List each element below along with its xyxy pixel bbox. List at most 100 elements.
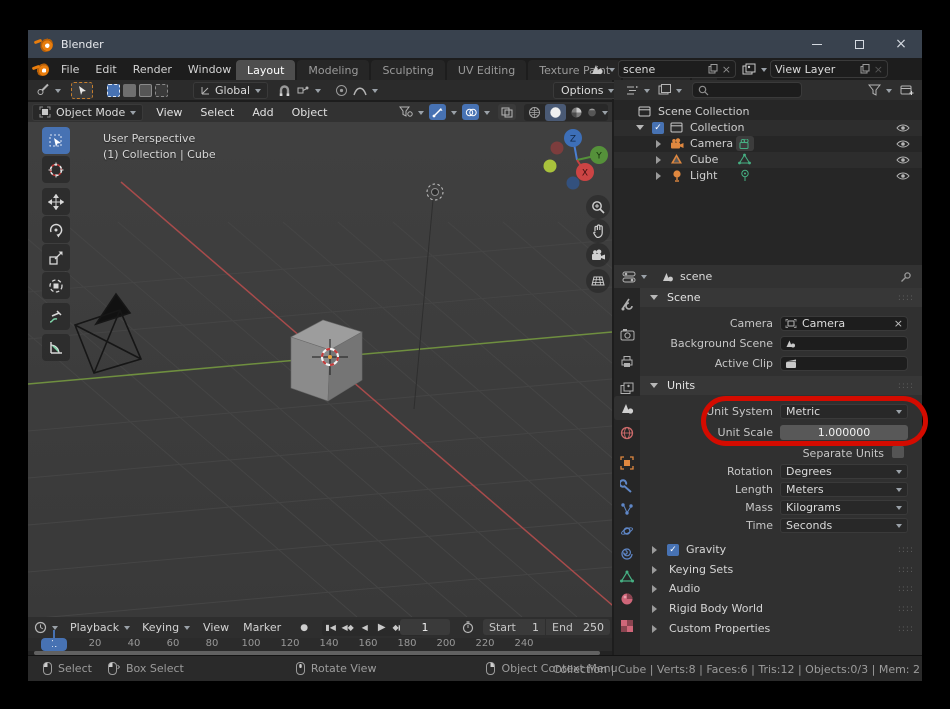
- close-button[interactable]: ×: [880, 30, 922, 58]
- maximize-button[interactable]: [838, 30, 880, 58]
- viewport-ortho-button[interactable]: [586, 269, 610, 293]
- separate-units-checkbox[interactable]: [892, 446, 904, 458]
- add-view-layer-icon[interactable]: [860, 64, 870, 74]
- tab-render[interactable]: [614, 322, 640, 346]
- scene-camera-field[interactable]: Camera ×: [780, 316, 908, 331]
- view-layer-field[interactable]: View Layer ×: [770, 60, 888, 78]
- menu-file[interactable]: File: [53, 58, 87, 80]
- outliner-filter-image-icon[interactable]: [658, 84, 682, 96]
- outliner-search-input[interactable]: [692, 82, 802, 98]
- drag-handle-icon[interactable]: ::::: [898, 624, 914, 634]
- select-mode-subtract-icon[interactable]: [139, 84, 152, 97]
- timeline-menu-keying[interactable]: Keying: [136, 617, 196, 639]
- viewport-zoom-button[interactable]: [586, 195, 610, 219]
- viewport-overlays-toggle[interactable]: [462, 104, 490, 120]
- menu-window[interactable]: Window: [180, 58, 239, 80]
- workspace-tab-uv-editing[interactable]: UV Editing: [447, 60, 526, 80]
- outliner-row-collection[interactable]: ✓ Collection: [614, 120, 922, 136]
- scene-name-field[interactable]: scene ×: [618, 60, 736, 78]
- app-menu-icon[interactable]: [36, 63, 49, 76]
- viewport-camera-button[interactable]: [586, 243, 610, 267]
- workspace-tab-modeling[interactable]: Modeling: [297, 60, 369, 80]
- select-mode-extend-icon[interactable]: [123, 84, 136, 97]
- proportional-editing-icon[interactable]: [335, 84, 348, 97]
- gizmo-neg-y-ball[interactable]: [544, 160, 557, 173]
- snap-target-icon[interactable]: [297, 85, 321, 96]
- play-reverse-button[interactable]: ◀: [356, 620, 373, 636]
- use-preview-range-icon[interactable]: [458, 619, 478, 635]
- tab-object-data[interactable]: [614, 564, 640, 588]
- menu-render[interactable]: Render: [125, 58, 180, 80]
- panel-header-scene[interactable]: Scene ::::: [640, 288, 922, 307]
- tab-texture[interactable]: [614, 614, 640, 638]
- outliner-row-light[interactable]: Light: [614, 168, 922, 184]
- tab-modifiers[interactable]: [614, 474, 640, 498]
- timeline-ruler[interactable]: 1 20 40 60 80 100 120 140 160 180 200 22…: [28, 638, 612, 651]
- tab-particles[interactable]: [614, 497, 640, 521]
- viewport-pan-button[interactable]: [586, 219, 610, 243]
- tab-material[interactable]: [614, 587, 640, 611]
- length-dropdown[interactable]: Meters: [780, 482, 908, 497]
- play-button[interactable]: ▶: [373, 620, 390, 636]
- mass-dropdown[interactable]: Kilograms: [780, 500, 908, 515]
- tab-world[interactable]: [614, 421, 640, 445]
- viewport-menu-select[interactable]: Select: [191, 102, 243, 122]
- tool-select-box-button[interactable]: [71, 82, 93, 99]
- toolbar-cursor[interactable]: [42, 156, 70, 183]
- timeline-menu-marker[interactable]: Marker: [236, 617, 288, 639]
- outliner-row-cube[interactable]: Cube: [614, 152, 922, 168]
- shading-rendered-button[interactable]: [587, 104, 608, 121]
- drag-handle-icon[interactable]: ::::: [898, 293, 914, 303]
- duplicate-scene-icon[interactable]: [708, 64, 718, 74]
- panel-header-audio[interactable]: Audio ::::: [640, 579, 922, 598]
- prev-keyframe-button[interactable]: ◀◆: [339, 620, 356, 636]
- tab-output[interactable]: [614, 349, 640, 373]
- toolbar-annotate[interactable]: [42, 303, 70, 330]
- outliner-row-scene-collection[interactable]: Scene Collection: [614, 104, 922, 120]
- drag-handle-icon[interactable]: ::::: [898, 565, 914, 575]
- view-layer-icon[interactable]: [742, 63, 767, 76]
- collection-checkbox[interactable]: ✓: [652, 122, 664, 134]
- pin-icon[interactable]: [900, 271, 912, 283]
- eye-icon[interactable]: [896, 155, 910, 165]
- snap-magnet-icon[interactable]: [278, 84, 291, 97]
- viewport-menu-object[interactable]: Object: [283, 102, 337, 122]
- xray-toggle[interactable]: [498, 104, 516, 120]
- toolbar-move[interactable]: [42, 188, 70, 215]
- active-clip-field[interactable]: [780, 356, 908, 371]
- light-expand-icon[interactable]: [656, 172, 661, 180]
- workspace-tab-layout[interactable]: Layout: [236, 60, 295, 80]
- clear-camera-icon[interactable]: ×: [894, 317, 903, 330]
- cube-object[interactable]: [291, 320, 362, 401]
- eye-icon[interactable]: [896, 123, 910, 133]
- drag-handle-icon[interactable]: ::::: [898, 381, 914, 391]
- rotation-dropdown[interactable]: Degrees: [780, 464, 908, 479]
- camera-expand-icon[interactable]: [656, 140, 661, 148]
- show-gizmo-filter-icon[interactable]: [399, 106, 424, 118]
- viewport-3d[interactable]: User Perspective (1) Collection | Cube: [28, 122, 612, 617]
- drag-handle-icon[interactable]: ::::: [898, 604, 914, 614]
- shading-solid-button[interactable]: [545, 104, 566, 121]
- toolbar-rotate[interactable]: [42, 216, 70, 243]
- drag-handle-icon[interactable]: ::::: [898, 584, 914, 594]
- unlink-scene-icon[interactable]: ×: [722, 63, 731, 76]
- properties-editor-icon[interactable]: [622, 271, 647, 283]
- viewport-gizmos-toggle[interactable]: [429, 104, 457, 120]
- outliner-filter-icon[interactable]: [868, 84, 892, 96]
- navigation-gizmo[interactable]: Z Y X: [541, 124, 609, 192]
- timeline-menu-view[interactable]: View: [196, 617, 236, 639]
- current-frame-field[interactable]: 1: [400, 619, 450, 635]
- panel-header-rigid-body-world[interactable]: Rigid Body World ::::: [640, 599, 922, 618]
- tab-object[interactable]: [614, 451, 640, 475]
- outliner-display-mode-icon[interactable]: [626, 85, 650, 96]
- panel-header-units[interactable]: Units ::::: [640, 376, 922, 395]
- options-dropdown[interactable]: Options: [553, 82, 622, 99]
- transform-orientation-dropdown[interactable]: Global: [193, 82, 268, 99]
- gizmo-neg-z-ball[interactable]: [567, 177, 580, 190]
- drag-handle-icon[interactable]: ::::: [898, 545, 914, 555]
- panel-header-custom-properties[interactable]: Custom Properties ::::: [640, 619, 922, 638]
- frame-end-field[interactable]: End250: [546, 619, 610, 635]
- tab-constraints[interactable]: [614, 542, 640, 566]
- mode-dropdown[interactable]: Object Mode: [32, 104, 143, 121]
- jump-to-start-button[interactable]: ▮◀: [322, 620, 339, 636]
